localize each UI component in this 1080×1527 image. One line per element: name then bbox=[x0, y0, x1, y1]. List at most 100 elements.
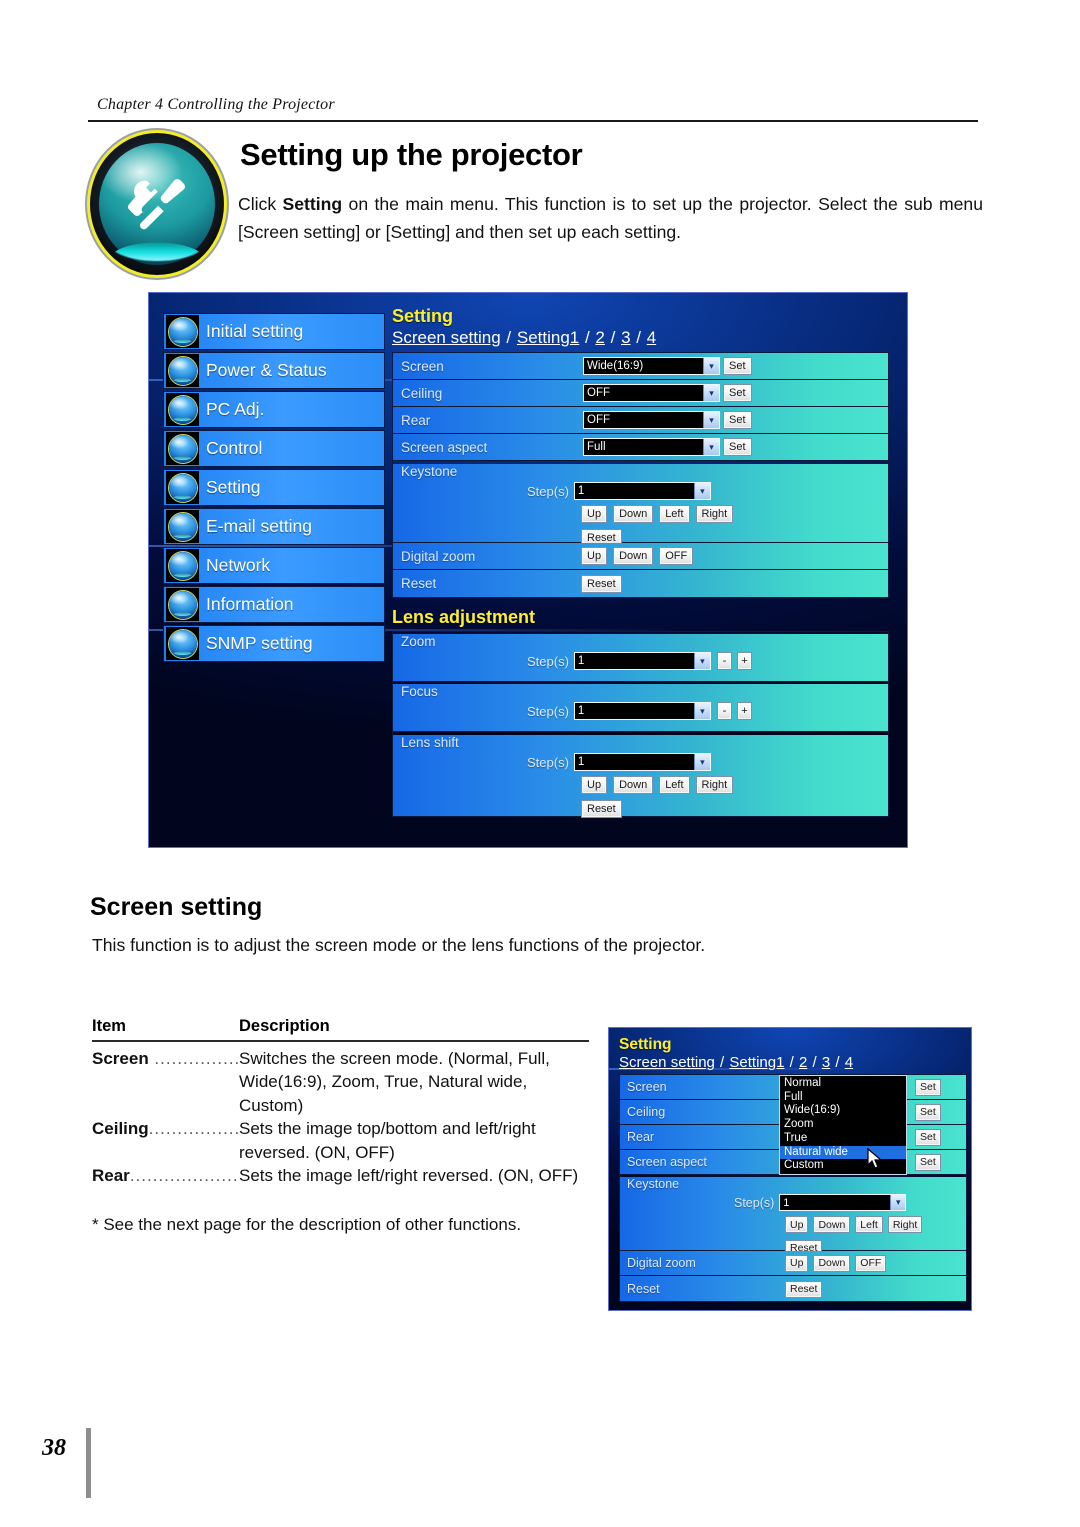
tab-setting4[interactable]: 4 bbox=[647, 328, 656, 347]
snmp-orb-icon bbox=[166, 627, 199, 660]
keystone-left-button[interactable]: Left bbox=[855, 1216, 883, 1233]
keystone-up-button[interactable]: Up bbox=[581, 505, 608, 523]
chevron-down-icon[interactable]: ▾ bbox=[693, 653, 710, 669]
monitor-orb-icon bbox=[166, 393, 199, 426]
digital-zoom-off-button[interactable]: OFF bbox=[855, 1254, 887, 1272]
dropdown-option[interactable]: Zoom bbox=[780, 1118, 906, 1132]
dropdown-option-selected[interactable]: Natural wide bbox=[780, 1145, 906, 1160]
digital-zoom-down-button[interactable]: Down bbox=[813, 1254, 851, 1272]
keystone-right-button[interactable]: Right bbox=[887, 1216, 923, 1233]
digital-zoom-up-button[interactable]: Up bbox=[785, 1254, 809, 1272]
keystone-left-button[interactable]: Left bbox=[659, 505, 690, 523]
digital-zoom-up-button[interactable]: Up bbox=[581, 547, 608, 565]
tab-setting1[interactable]: Setting1 bbox=[517, 328, 579, 347]
row-keystone: Keystone Step(s) 1 ▾ Up Down Left Right … bbox=[620, 1177, 966, 1257]
rear-select[interactable]: OFF ▾ bbox=[583, 411, 720, 429]
screen-reset-button[interactable]: Reset bbox=[785, 1280, 823, 1298]
screen-select[interactable]: Wide(16:9) ▾ bbox=[583, 357, 720, 375]
ceiling-set-button[interactable]: Set bbox=[723, 384, 752, 402]
screen-set-button[interactable]: Set bbox=[915, 1078, 941, 1096]
screen-aspect-select[interactable]: Full ▾ bbox=[583, 438, 720, 456]
focus-steps-label: Step(s) bbox=[527, 703, 569, 719]
tab-screen-setting[interactable]: Screen setting bbox=[619, 1054, 715, 1071]
tab-setting3[interactable]: 3 bbox=[822, 1054, 830, 1071]
keystone-steps-select[interactable]: 1 ▾ bbox=[779, 1194, 907, 1211]
dropdown-option[interactable]: Full bbox=[780, 1091, 906, 1105]
keystone-steps-value: 1 bbox=[780, 1195, 891, 1210]
row-rear: Rear OFF ▾ Set bbox=[393, 407, 888, 434]
keystone-down-button[interactable]: Down bbox=[813, 1216, 851, 1233]
zoom-plus-button[interactable]: + bbox=[736, 652, 752, 670]
tab-setting2[interactable]: 2 bbox=[595, 328, 604, 347]
rear-set-button[interactable]: Set bbox=[915, 1128, 941, 1146]
chevron-down-icon[interactable]: ▾ bbox=[703, 412, 719, 428]
tools-orb-icon bbox=[166, 471, 199, 504]
tab-setting4[interactable]: 4 bbox=[845, 1054, 853, 1071]
keystone-steps-select[interactable]: 1 ▾ bbox=[573, 482, 711, 500]
dropdown-option[interactable]: Normal bbox=[780, 1077, 906, 1091]
intro-prefix: Click bbox=[238, 194, 283, 214]
row-digital-zoom: Digital zoom Up Down OFF bbox=[393, 543, 888, 570]
sidebar-item-control[interactable]: Control bbox=[163, 430, 385, 467]
dropdown-option[interactable]: Wide(16:9) bbox=[780, 1104, 906, 1118]
dropdown-option[interactable]: True bbox=[780, 1132, 906, 1146]
tab-setting3[interactable]: 3 bbox=[621, 328, 630, 347]
sidebar-item-power-and-status[interactable]: Power & Status bbox=[163, 352, 385, 389]
lens-shift-reset-button[interactable]: Reset bbox=[581, 800, 622, 818]
sidebar-item-pc-adj[interactable]: PC Adj. bbox=[163, 391, 385, 428]
screen-select-value: Wide(16:9) bbox=[584, 358, 703, 374]
sidebar-item-email-setting[interactable]: E-mail setting bbox=[163, 508, 385, 545]
sidebar-item-snmp-setting[interactable]: SNMP setting bbox=[163, 625, 385, 662]
screen-aspect-select-value: Full bbox=[584, 439, 703, 455]
keystone-right-button[interactable]: Right bbox=[695, 505, 734, 523]
screen-aspect-set-button[interactable]: Set bbox=[723, 438, 752, 456]
digital-zoom-off-button[interactable]: OFF bbox=[659, 547, 694, 565]
header-rule bbox=[88, 120, 978, 122]
keystone-steps-label: Step(s) bbox=[734, 1195, 775, 1210]
focus-steps-select[interactable]: 1 ▾ bbox=[573, 702, 711, 720]
row-label: Reset bbox=[627, 1281, 660, 1296]
zoom-steps-select[interactable]: 1 ▾ bbox=[573, 652, 711, 670]
sidebar-item-initial-setting[interactable]: Initial setting bbox=[163, 313, 385, 350]
focus-plus-button[interactable]: + bbox=[736, 702, 752, 720]
screen-reset-button[interactable]: Reset bbox=[581, 575, 622, 593]
chevron-down-icon[interactable]: ▾ bbox=[703, 358, 719, 374]
screen-set-button[interactable]: Set bbox=[723, 357, 752, 375]
zoom-steps-value: 1 bbox=[574, 653, 694, 669]
sidebar-item-information[interactable]: Information bbox=[163, 586, 385, 623]
ceiling-set-button[interactable]: Set bbox=[915, 1103, 941, 1121]
dropdown-option[interactable]: Custom bbox=[780, 1159, 906, 1173]
row-digital-zoom: Digital zoom Up Down OFF bbox=[620, 1251, 966, 1276]
sidebar-item-network[interactable]: Network bbox=[163, 547, 385, 584]
lens-shift-left-button[interactable]: Left bbox=[659, 776, 690, 794]
keystone-down-button[interactable]: Down bbox=[613, 505, 654, 523]
zoom-minus-button[interactable]: - bbox=[716, 652, 732, 670]
chevron-down-icon[interactable]: ▾ bbox=[890, 1195, 906, 1210]
table-row: Rear........................ Sets the im… bbox=[92, 1164, 589, 1188]
row-label: Ceiling bbox=[627, 1105, 666, 1119]
row-label: Digital zoom bbox=[627, 1256, 696, 1270]
info-orb-icon bbox=[166, 588, 199, 621]
row-label: Screen bbox=[627, 1080, 667, 1094]
keystone-up-button[interactable]: Up bbox=[785, 1216, 809, 1233]
ceiling-select[interactable]: OFF ▾ bbox=[583, 384, 720, 402]
lens-shift-up-button[interactable]: Up bbox=[581, 776, 608, 794]
row-label: Digital zoom bbox=[401, 548, 476, 564]
focus-minus-button[interactable]: - bbox=[716, 702, 732, 720]
chevron-down-icon[interactable]: ▾ bbox=[693, 754, 710, 770]
screen-dropdown-list[interactable]: Normal Full Wide(16:9) Zoom True Natural… bbox=[779, 1075, 907, 1176]
lens-shift-down-button[interactable]: Down bbox=[613, 776, 654, 794]
chevron-down-icon[interactable]: ▾ bbox=[703, 439, 719, 455]
section-heading: Screen setting bbox=[90, 893, 263, 921]
screen-aspect-set-button[interactable]: Set bbox=[915, 1153, 941, 1171]
sidebar-item-setting[interactable]: Setting bbox=[163, 469, 385, 506]
chevron-down-icon[interactable]: ▾ bbox=[693, 703, 710, 719]
tab-screen-setting[interactable]: Screen setting bbox=[392, 328, 501, 347]
tab-setting1[interactable]: Setting1 bbox=[729, 1054, 784, 1071]
chevron-down-icon[interactable]: ▾ bbox=[703, 385, 719, 401]
lens-shift-steps-select[interactable]: 1 ▾ bbox=[573, 753, 711, 771]
rear-set-button[interactable]: Set bbox=[723, 411, 752, 429]
lens-shift-right-button[interactable]: Right bbox=[695, 776, 734, 794]
digital-zoom-down-button[interactable]: Down bbox=[613, 547, 654, 565]
chevron-down-icon[interactable]: ▾ bbox=[693, 483, 710, 499]
